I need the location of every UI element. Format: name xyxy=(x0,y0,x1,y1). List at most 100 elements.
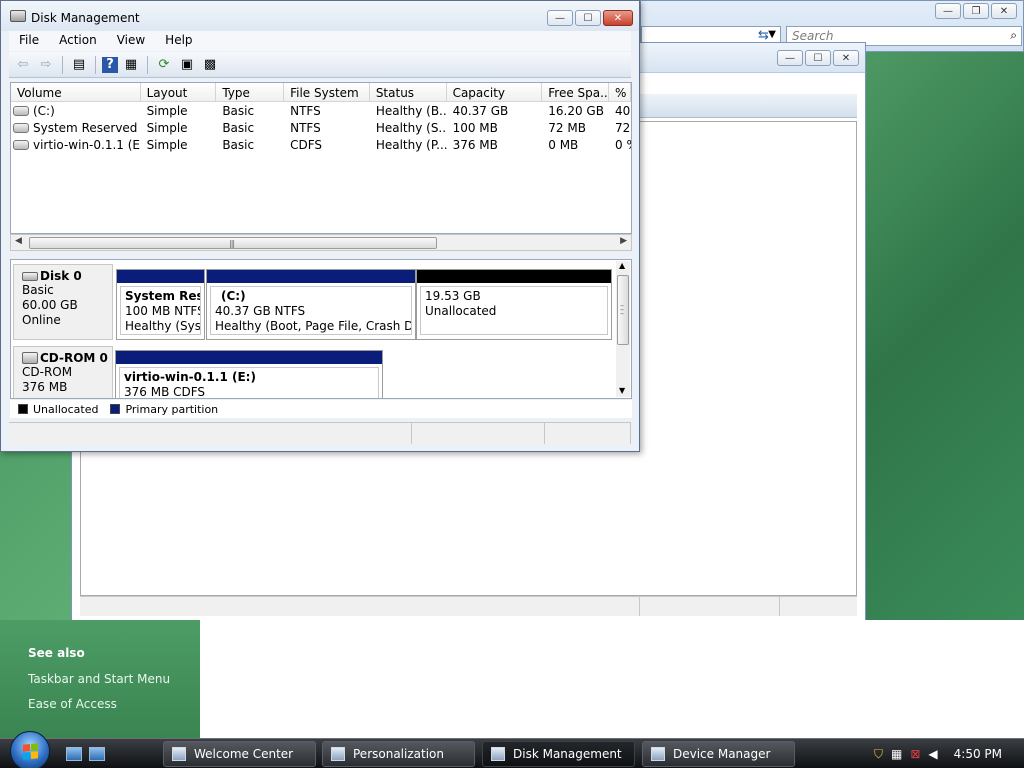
table-row[interactable]: virtio-win-0.1.1 (E:) Simple Basic CDFS … xyxy=(11,136,631,153)
col-type[interactable]: Type xyxy=(216,83,285,101)
properties-icon[interactable]: ▣ xyxy=(177,55,197,75)
show-hide-tree-icon[interactable]: ▤ xyxy=(69,55,89,75)
menu-file[interactable]: File xyxy=(9,31,49,51)
legend: Unallocated Primary partition xyxy=(10,400,632,418)
primary-partition-bar xyxy=(116,351,382,364)
disk-management-icon xyxy=(10,10,26,22)
minimize-button[interactable]: — xyxy=(935,3,961,19)
disk-status: Online xyxy=(22,313,61,327)
clock[interactable]: 4:50 PM xyxy=(954,747,1002,761)
show-desktop-icon[interactable] xyxy=(66,747,82,761)
search-placeholder: Search xyxy=(792,29,834,43)
cell-volume: virtio-win-0.1.1 (E:) xyxy=(33,137,141,152)
forward-arrow-icon[interactable]: ⇨ xyxy=(36,55,56,75)
disk-name: CD-ROM 0 xyxy=(40,351,108,365)
cell-layout: Simple xyxy=(146,103,188,118)
menu-view[interactable]: View xyxy=(107,31,155,51)
taskbar-start-menu-link[interactable]: Taskbar and Start Menu xyxy=(28,672,170,686)
close-button[interactable]: ✕ xyxy=(833,50,859,66)
status-bar xyxy=(9,422,631,444)
cell-capacity: 376 MB xyxy=(452,137,498,152)
partition-unallocated[interactable]: 19.53 GB Unallocated xyxy=(416,269,612,340)
volume-icon[interactable]: ◀ xyxy=(928,747,937,761)
help-icon[interactable]: ? xyxy=(102,56,118,73)
disk-management-window: Disk Management — ☐ ✕ File Action View H… xyxy=(0,0,640,452)
properties-pane-icon[interactable]: ▦ xyxy=(121,55,141,75)
col-volume[interactable]: Volume xyxy=(11,83,141,101)
window-title: Disk Management xyxy=(31,11,140,25)
disk-size: 60.00 GB xyxy=(22,298,78,312)
task-welcome-center[interactable]: Welcome Center xyxy=(163,741,316,767)
scrollbar-thumb[interactable]: – – – xyxy=(617,275,629,345)
scroll-right-icon[interactable]: ▶ xyxy=(620,236,627,246)
control-panel-content xyxy=(200,620,1024,738)
switch-windows-icon[interactable] xyxy=(89,747,105,761)
security-shield-icon[interactable]: ⛉ xyxy=(874,747,883,762)
restore-button[interactable]: ❐ xyxy=(963,3,989,19)
horizontal-scrollbar[interactable]: ◀ ||| ▶ xyxy=(10,234,632,251)
maximize-button[interactable]: ☐ xyxy=(575,10,601,26)
cell-file-system: NTFS xyxy=(290,120,321,135)
partition-c[interactable]: (C:) 40.37 GB NTFS Healthy (Boot, Page F… xyxy=(206,269,416,340)
cdrom-0-label[interactable]: CD-ROM 0 CD-ROM 376 MB xyxy=(13,346,113,398)
chevron-down-icon[interactable]: ▼ xyxy=(768,29,776,40)
legend-primary-partition: Primary partition xyxy=(125,402,219,416)
network-icon[interactable]: ⊠ xyxy=(910,747,920,761)
scroll-down-icon[interactable]: ▼ xyxy=(619,386,625,395)
col-layout[interactable]: Layout xyxy=(141,83,217,101)
windows-update-icon[interactable]: ▦ xyxy=(891,747,902,761)
task-label: Welcome Center xyxy=(194,747,294,761)
scroll-up-icon[interactable]: ▲ xyxy=(619,261,625,270)
disk-type: Basic xyxy=(22,283,54,297)
close-button[interactable]: ✕ xyxy=(991,3,1017,19)
toolbar: ⇦ ⇨ ▤ ? ▦ ⟳ ▣ ▩ xyxy=(9,52,631,78)
scrollbar-thumb[interactable]: ||| xyxy=(29,237,437,249)
ease-of-access-link[interactable]: Ease of Access xyxy=(28,697,117,711)
minimize-button[interactable]: — xyxy=(777,50,803,66)
disk-management-titlebar[interactable]: Disk Management — ☐ ✕ xyxy=(1,1,639,31)
cell-percent-free: 0 % xyxy=(615,137,631,152)
cell-type: Basic xyxy=(222,137,255,152)
see-also-header: See also xyxy=(28,646,85,660)
refresh-icon[interactable]: ⟳ xyxy=(154,55,174,75)
menu-bar: File Action View Help xyxy=(9,31,631,51)
partition-system-reserved[interactable]: System Reser 100 MB NTFS Healthy (Syste xyxy=(116,269,205,340)
col-file-system[interactable]: File System xyxy=(284,83,370,101)
partition-virtio-win[interactable]: virtio-win-0.1.1 (E:) 376 MB CDFS xyxy=(115,350,383,399)
table-row[interactable]: (C:) Simple Basic NTFS Healthy (B... 40.… xyxy=(11,102,631,119)
menu-help[interactable]: Help xyxy=(155,31,202,51)
col-percent-free[interactable]: % F xyxy=(609,83,631,101)
windows-logo-icon xyxy=(22,742,38,760)
cell-type: Basic xyxy=(222,120,255,135)
col-free-space[interactable]: Free Spa... xyxy=(542,83,610,101)
col-capacity[interactable]: Capacity xyxy=(447,83,543,101)
disk-name: Disk 0 xyxy=(40,269,82,283)
primary-partition-swatch xyxy=(110,404,121,414)
task-label: Disk Management xyxy=(513,747,622,761)
menu-action[interactable]: Action xyxy=(49,31,107,51)
cell-layout: Simple xyxy=(146,120,188,135)
start-button[interactable] xyxy=(10,731,50,768)
disk-0-label[interactable]: Disk 0 Basic 60.00 GB Online xyxy=(13,264,113,340)
cell-capacity: 100 MB xyxy=(452,120,498,135)
search-icon[interactable]: ⌕ xyxy=(1010,28,1017,43)
task-personalization[interactable]: Personalization xyxy=(322,741,475,767)
refresh-icon[interactable]: ⇆ xyxy=(758,28,769,43)
cell-free-space: 0 MB xyxy=(548,137,579,152)
table-row[interactable]: System Reserved (... Simple Basic NTFS H… xyxy=(11,119,631,136)
vertical-scrollbar[interactable]: ▲ – – – ▼ xyxy=(616,261,630,397)
task-label: Device Manager xyxy=(673,747,771,761)
back-arrow-icon[interactable]: ⇦ xyxy=(13,55,33,75)
partition-size: 100 MB NTFS xyxy=(125,304,200,318)
col-status[interactable]: Status xyxy=(370,83,447,101)
partition-size: 376 MB CDFS xyxy=(124,385,206,399)
cell-percent-free: 72 xyxy=(615,120,631,135)
close-button[interactable]: ✕ xyxy=(603,10,633,26)
maximize-button[interactable]: ☐ xyxy=(805,50,831,66)
task-device-manager[interactable]: Device Manager xyxy=(642,741,795,767)
scroll-left-icon[interactable]: ◀ xyxy=(15,236,22,246)
task-disk-management[interactable]: Disk Management xyxy=(482,741,635,767)
rescan-disks-icon[interactable]: ▩ xyxy=(200,55,220,75)
minimize-button[interactable]: — xyxy=(547,10,573,26)
partition-status: Unallocated xyxy=(425,304,497,318)
